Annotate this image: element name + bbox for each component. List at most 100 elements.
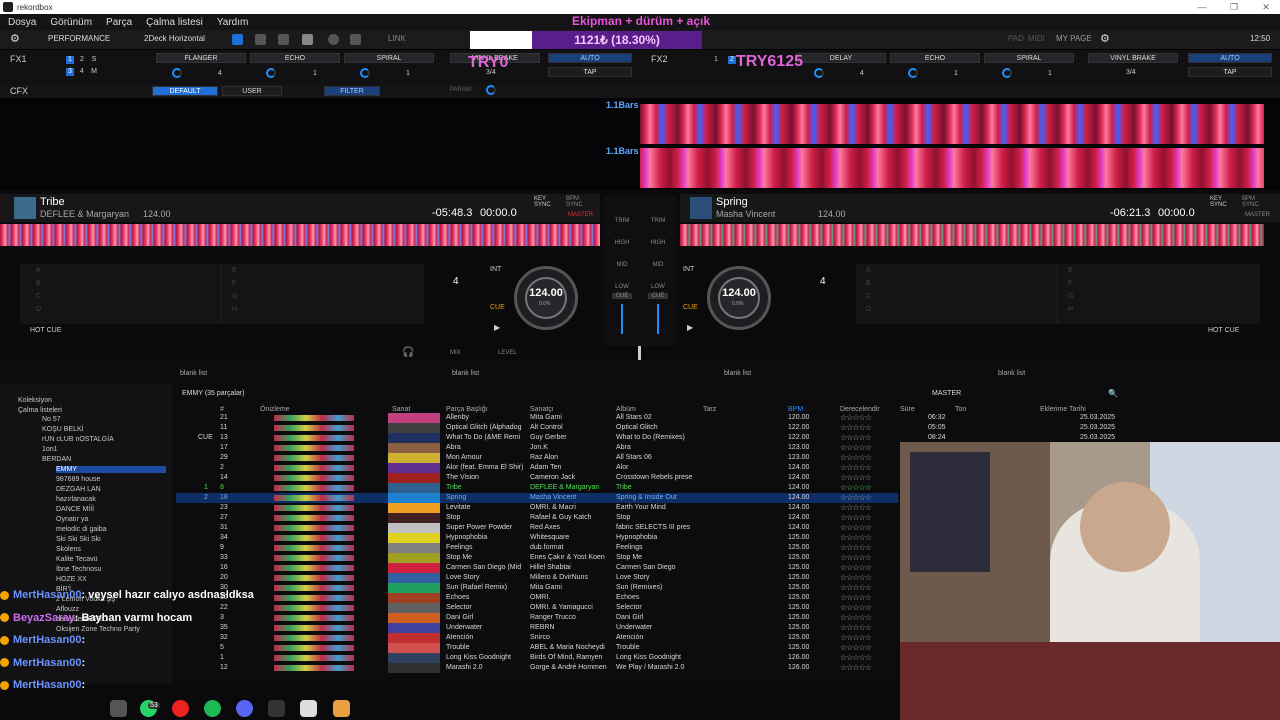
row-rating[interactable]: ☆☆☆☆☆ <box>840 663 872 672</box>
close-icon[interactable]: ✕ <box>1250 0 1280 14</box>
column-header[interactable]: Albüm <box>616 406 636 413</box>
column-header[interactable]: Süre <box>900 406 915 413</box>
fx2-knob3[interactable] <box>1002 68 1012 78</box>
tree-item[interactable]: No 57 <box>42 416 61 423</box>
row-preview-waveform[interactable] <box>274 455 354 461</box>
table-row[interactable]: 17 Abra Jon.K Abra 123.00 ☆☆☆☆☆ <box>176 443 898 453</box>
fx2-auto[interactable]: AUTO <box>1188 53 1272 63</box>
browser-tab-3[interactable]: blank list <box>724 370 751 382</box>
fx1-deck1[interactable]: 1 <box>66 56 74 64</box>
deck2-keysync[interactable]: KEY SYNC <box>1210 196 1232 208</box>
row-preview-waveform[interactable] <box>274 465 354 471</box>
table-row[interactable]: 29 Mon Amour Raz Alon All Stars 06 123.00 ☆☆☆… <box>176 453 898 463</box>
grid-icon[interactable] <box>278 34 289 45</box>
fx1-slot1[interactable]: FLANGER <box>156 53 246 63</box>
table-row[interactable]: 10 Echoes OMRI. Echoes 125.00 ☆☆☆☆☆ <box>176 593 898 603</box>
spotify-icon[interactable] <box>204 700 221 717</box>
table-row[interactable]: 14 The Vision Cameron Jack Crosstown Rebels… <box>176 473 898 483</box>
split-icon[interactable] <box>255 34 266 45</box>
channel-fader-2[interactable] <box>657 304 659 334</box>
row-preview-waveform[interactable] <box>274 485 354 491</box>
fx2-slot2[interactable]: ECHO <box>890 53 980 63</box>
mixer-icon[interactable] <box>302 34 313 45</box>
row-preview-waveform[interactable] <box>274 645 354 651</box>
fx1-auto[interactable]: AUTO <box>548 53 632 63</box>
row-rating[interactable]: ☆☆☆☆☆ <box>840 453 872 462</box>
discord-icon[interactable] <box>236 700 253 717</box>
table-row[interactable]: 1 Long Kiss Goodnight Birds Of Mind, Ramye… <box>176 653 898 663</box>
fx2-knob1[interactable] <box>814 68 824 78</box>
row-rating[interactable]: ☆☆☆☆☆ <box>840 543 872 552</box>
deck1-overview-waveform[interactable] <box>0 224 600 246</box>
deck2-overview-waveform[interactable] <box>680 224 1264 246</box>
gear-icon[interactable]: ⚙ <box>10 32 20 45</box>
tree-item[interactable]: KOŞU BELKİ <box>42 426 84 433</box>
row-preview-waveform[interactable] <box>274 525 354 531</box>
deck1-hotcue-pads[interactable]: ABCD EFGH <box>20 264 424 324</box>
layout-selector[interactable]: 2Deck Horizontal <box>144 34 205 43</box>
row-preview-waveform[interactable] <box>274 585 354 591</box>
row-rating[interactable]: ☆☆☆☆☆ <box>840 523 872 532</box>
deck1-int[interactable]: INT <box>490 266 501 273</box>
menu-playlist[interactable]: Çalma listesi <box>146 17 203 28</box>
tree-item[interactable]: BERDAN <box>42 456 71 463</box>
row-rating[interactable]: ☆☆☆☆☆ <box>840 563 872 572</box>
deck2-hotcue-pads[interactable]: ABCD EFGH <box>856 264 1260 324</box>
column-header[interactable]: # <box>220 406 224 413</box>
deck1-hotcue-label[interactable]: HOT CUE <box>30 327 61 334</box>
row-rating[interactable]: ☆☆☆☆☆ <box>840 533 872 542</box>
record-icon[interactable] <box>328 34 339 45</box>
menu-view[interactable]: Görünüm <box>50 17 92 28</box>
tree-item[interactable]: 1on1 <box>42 446 58 453</box>
row-rating[interactable]: ☆☆☆☆☆ <box>840 593 872 602</box>
row-preview-waveform[interactable] <box>274 435 354 441</box>
row-rating[interactable]: ☆☆☆☆☆ <box>840 613 872 622</box>
row-rating[interactable]: ☆☆☆☆☆ <box>840 443 872 452</box>
pad-button[interactable]: PAD <box>1008 34 1024 43</box>
cfx-filter[interactable]: FILTER <box>324 86 380 96</box>
table-row[interactable]: 30 Sun (Rafael Remix) Mita Gami Sun (Remixe… <box>176 583 898 593</box>
table-row[interactable]: 31 Super Power Powder Red Axes fabric SELEC… <box>176 523 898 533</box>
row-rating[interactable]: ☆☆☆☆☆ <box>840 433 872 442</box>
column-header[interactable]: BPM <box>788 406 803 413</box>
midi-button[interactable]: MIDI <box>1028 34 1045 43</box>
table-row[interactable]: 22 Selector OMRI. & Yamagucci Selector 125.0… <box>176 603 898 613</box>
fx1-slot2[interactable]: ECHO <box>250 53 340 63</box>
column-header[interactable]: Sanatçı <box>530 406 554 413</box>
table-row[interactable]: CUE 13 What To Do (&ME Remi Guy Gerber What … <box>176 433 1115 443</box>
deck1-cue-button[interactable]: CUE <box>490 304 505 311</box>
fx1-deck2[interactable]: 2 <box>78 56 86 64</box>
tree-item[interactable]: HOZE XX <box>56 576 87 583</box>
row-rating[interactable]: ☆☆☆☆☆ <box>840 643 872 652</box>
row-rating[interactable]: ☆☆☆☆☆ <box>840 573 872 582</box>
table-row[interactable]: 16 Carmen San Diego (Mid Hillel Shabtai Car… <box>176 563 898 573</box>
row-rating[interactable]: ☆☆☆☆☆ <box>840 633 872 642</box>
deck2-bpmsync[interactable]: BPM SYNC <box>1242 196 1266 208</box>
table-row[interactable]: 12 Marashi 2.0 Gorge & André Hommen We Play… <box>176 663 898 673</box>
deck2-jog-wheel[interactable]: 124.00 0.0% <box>707 266 771 330</box>
row-preview-waveform[interactable] <box>274 545 354 551</box>
row-preview-waveform[interactable] <box>274 625 354 631</box>
browser-tab-2[interactable]: blank list <box>452 370 479 382</box>
row-rating[interactable]: ☆☆☆☆☆ <box>840 423 872 432</box>
table-row[interactable]: 35 Underwater REBRN Underwater 125.00 ☆☆☆☆☆ <box>176 623 898 633</box>
deck2-int[interactable]: INT <box>683 266 694 273</box>
tree-item[interactable]: DANCE Mİİİ <box>56 506 94 513</box>
table-row[interactable]: 27 Stop Rafael & Guy Katch Stop 124.00 ☆☆☆☆☆ <box>176 513 898 523</box>
fx1-knob2[interactable] <box>266 68 276 78</box>
table-row[interactable]: 21 Allenby Mita Gami All Stars 02 120.00 06:3… <box>176 413 1115 423</box>
row-rating[interactable]: ☆☆☆☆☆ <box>840 493 872 502</box>
fx1-tap[interactable]: TAP <box>548 67 632 77</box>
chrome-icon[interactable] <box>110 700 127 717</box>
row-preview-waveform[interactable] <box>274 505 354 511</box>
obs-icon[interactable] <box>268 700 285 717</box>
table-row[interactable]: 9 Feelings dub.format Feelings 125.00 ☆☆☆☆☆ <box>176 543 898 553</box>
row-preview-waveform[interactable] <box>274 475 354 481</box>
column-header[interactable]: Derecelendir <box>840 406 880 413</box>
column-header[interactable]: Ton <box>955 406 966 413</box>
browse-icon[interactable] <box>232 34 243 45</box>
tree-item[interactable]: Oynatır ya <box>56 516 88 523</box>
table-row[interactable]: 23 Levitate OMRI. & Macri Earth Your Mind 12… <box>176 503 898 513</box>
tree-item[interactable]: Kalite Tecavü <box>56 556 98 563</box>
fx2-slot3[interactable]: SPIRAL <box>984 53 1074 63</box>
